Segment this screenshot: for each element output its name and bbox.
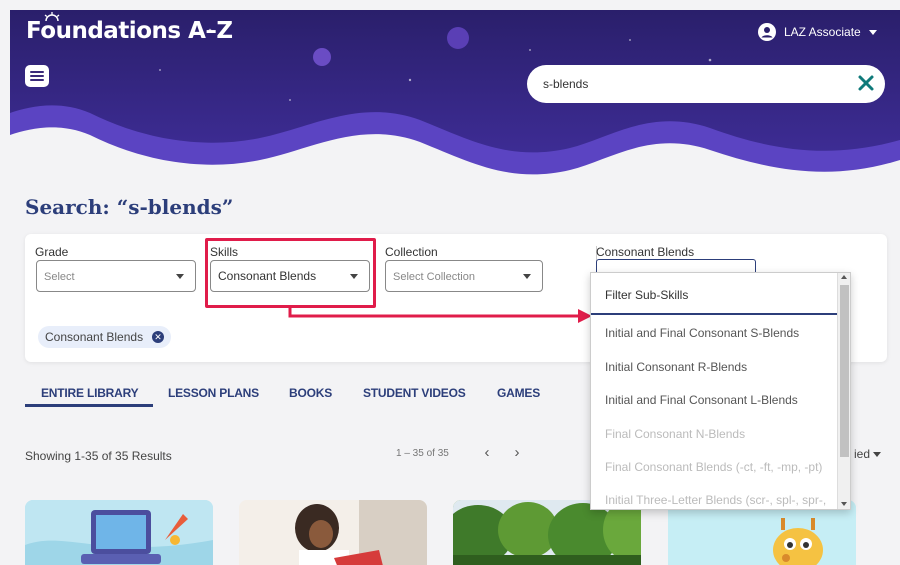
subskill-option[interactable]: Initial and Final Consonant S-Blends (605, 326, 799, 340)
collection-select-value: Select Collection (393, 271, 475, 283)
user-name: LAZ Associate (784, 25, 861, 39)
page: Foundations A–Z LAZ Associate Search: “s… (0, 0, 900, 565)
menu-line-icon (30, 71, 44, 73)
chip-label: Consonant Blends (45, 330, 144, 344)
page-title: Search: “s-blends” (25, 195, 234, 219)
student-photo-thumbnail (239, 500, 427, 565)
highlight-box (205, 238, 376, 308)
subskill-option: Initial Three-Letter Blends (scr-, spl-,… (605, 493, 827, 507)
result-card[interactable] (25, 500, 213, 565)
scrollbar-thumb[interactable] (840, 285, 849, 457)
subskill-option: Final Consonant N-Blends (605, 427, 746, 441)
user-avatar-icon (758, 23, 776, 41)
collection-label: Collection (385, 245, 438, 259)
collection-select[interactable]: Select Collection (385, 260, 543, 292)
menu-line-icon (30, 79, 44, 81)
grade-select-value: Select (44, 271, 75, 283)
tab-entire-library[interactable]: ENTIRE LIBRARY (41, 386, 139, 400)
hamburger-menu-button[interactable] (25, 65, 49, 87)
chevron-down-icon (523, 274, 531, 279)
active-filter-chip: Consonant Blends ✕ (38, 326, 172, 348)
tab-books[interactable]: BOOKS (289, 386, 332, 400)
grade-label: Grade (35, 245, 69, 259)
sort-select[interactable]: ied (854, 447, 882, 461)
subskill-option: Final Consonant Blends (-ct, -ft, -mp, -… (605, 460, 823, 474)
active-tab-indicator (25, 404, 153, 407)
consonant-blends-label: Consonant Blends (596, 245, 695, 259)
scroll-down-icon[interactable] (841, 502, 847, 506)
clear-search-icon[interactable] (856, 73, 876, 93)
subskill-option[interactable]: Initial Consonant R-Blends (605, 360, 747, 374)
filter-subskills-input[interactable]: Filter Sub-Skills (591, 273, 839, 315)
user-menu[interactable]: LAZ Associate (758, 23, 877, 41)
subskill-option[interactable]: Initial and Final Consonant L-Blends (605, 393, 798, 407)
dropdown-scrollbar[interactable] (837, 273, 850, 509)
tab-student-videos[interactable]: STUDENT VIDEOS (363, 386, 466, 400)
subskills-select[interactable] (596, 259, 756, 273)
scroll-up-icon[interactable] (841, 275, 847, 279)
search-input[interactable] (543, 74, 833, 94)
chevron-down-icon (873, 452, 882, 458)
close-icon[interactable]: ✕ (152, 331, 165, 343)
prev-page-button[interactable]: ‹ (479, 444, 495, 462)
arrow-annotation-icon (288, 306, 592, 323)
tab-lesson-plans[interactable]: LESSON PLANS (168, 386, 259, 400)
sort-value: ied (854, 447, 871, 461)
grade-select[interactable]: Select (36, 260, 196, 292)
chevron-down-icon (868, 29, 877, 35)
pager-range: 1 – 35 of 35 (396, 448, 449, 459)
search-bar (527, 65, 885, 103)
menu-line-icon (30, 75, 44, 77)
subskills-dropdown: Filter Sub-Skills Initial and Final Cons… (590, 272, 851, 510)
app-logo[interactable]: Foundations A–Z (26, 18, 233, 44)
tab-games[interactable]: GAMES (497, 386, 540, 400)
chevron-down-icon (176, 274, 184, 279)
results-count: Showing 1-35 of 35 Results (25, 449, 172, 463)
next-page-button[interactable]: › (509, 444, 525, 462)
result-card[interactable] (239, 500, 427, 565)
laptop-rocket-thumbnail (25, 500, 213, 565)
